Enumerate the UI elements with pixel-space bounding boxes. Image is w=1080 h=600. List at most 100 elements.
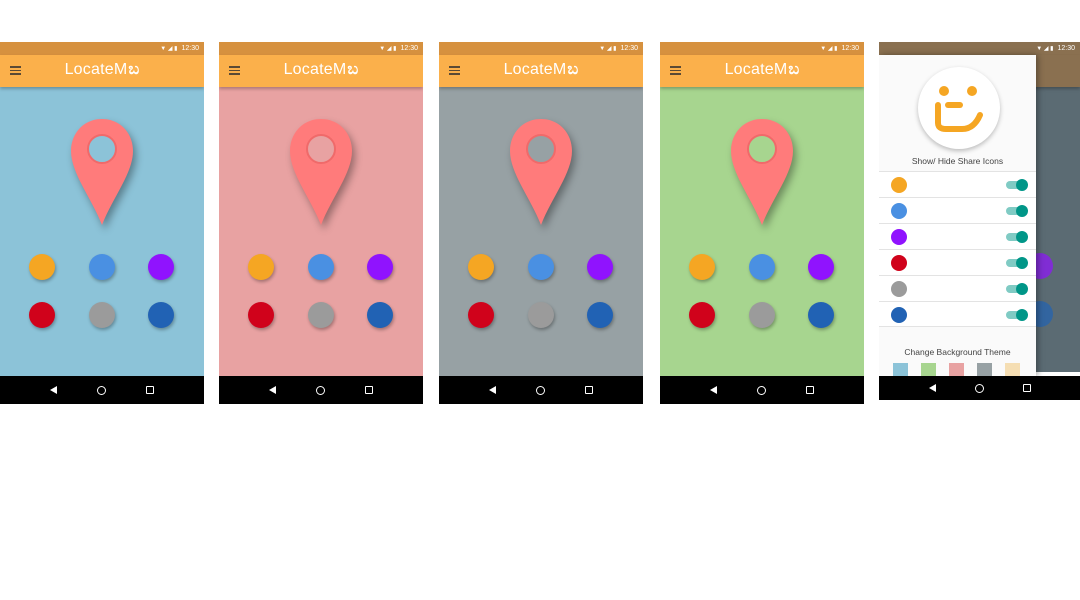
share-darkblue-button[interactable] xyxy=(587,302,613,328)
status-bar: ▼ ◢ ▮ 12:30 xyxy=(439,42,643,55)
share-toggle-list xyxy=(879,171,1036,327)
share-icons-heading: Show/ Hide Share Icons xyxy=(911,156,1004,166)
back-icon[interactable] xyxy=(50,386,57,394)
location-pin-button[interactable] xyxy=(508,117,574,227)
signal-icons: ▼ ◢ ▮ xyxy=(820,46,838,52)
recents-icon[interactable] xyxy=(146,386,154,394)
signal-icons: ▼ ◢ ▮ xyxy=(1036,46,1054,52)
recents-icon[interactable] xyxy=(1022,384,1031,392)
share-gray-button[interactable] xyxy=(528,302,554,328)
toggle-row-gray xyxy=(879,275,1036,301)
logo-glyph: ಬ xyxy=(788,61,800,78)
share-orange-button[interactable] xyxy=(468,254,494,280)
location-pin-button[interactable] xyxy=(69,117,135,227)
share-red-button[interactable] xyxy=(29,302,55,328)
app-bar: LocateMಬ xyxy=(660,55,864,87)
share-blue-button[interactable] xyxy=(528,254,554,280)
status-time: 12:30 xyxy=(841,45,859,52)
phone-screen-drawer: ▼ ◢ ▮ 12:30 Show/ Hide Share Icons Chang… xyxy=(879,42,1080,400)
theme-heading: Change Background Theme xyxy=(904,347,1011,357)
share-darkblue-button[interactable] xyxy=(367,302,393,328)
toggle-switch[interactable] xyxy=(1006,205,1028,217)
status-time: 12:30 xyxy=(400,45,418,52)
share-orange-button[interactable] xyxy=(29,254,55,280)
orange-dot xyxy=(891,177,907,193)
logo-glyph: ಬ xyxy=(347,61,359,78)
toggle-switch[interactable] xyxy=(1006,231,1028,243)
toggle-switch[interactable] xyxy=(1006,257,1028,269)
nav-bar xyxy=(0,376,204,404)
recents-icon[interactable] xyxy=(806,386,814,394)
app-title: LocateMಬ xyxy=(503,61,579,78)
toggle-row-red xyxy=(879,249,1036,275)
nav-bar xyxy=(660,376,864,404)
share-gray-button[interactable] xyxy=(308,302,334,328)
share-purple-button[interactable] xyxy=(587,254,613,280)
share-purple-button[interactable] xyxy=(148,254,174,280)
share-darkblue-button[interactable] xyxy=(808,302,834,328)
home-icon[interactable] xyxy=(974,383,984,393)
blue-dot xyxy=(891,203,907,219)
signal-icons: ▼ ◢ ▮ xyxy=(160,46,178,52)
status-bar: ▼ ◢ ▮ 12:30 xyxy=(219,42,423,55)
nav-bar xyxy=(439,376,643,404)
signal-icons: ▼ ◢ ▮ xyxy=(379,46,397,52)
back-icon[interactable] xyxy=(269,386,276,394)
share-blue-button[interactable] xyxy=(749,254,775,280)
back-icon[interactable] xyxy=(710,386,717,394)
status-bar: ▼ ◢ ▮ 12:30 xyxy=(0,42,204,55)
share-blue-button[interactable] xyxy=(308,254,334,280)
status-bar: ▼ ◢ ▮ 12:30 xyxy=(879,42,1080,55)
share-blue-button[interactable] xyxy=(89,254,115,280)
share-purple-button[interactable] xyxy=(367,254,393,280)
home-icon[interactable] xyxy=(97,385,106,395)
location-pin-button[interactable] xyxy=(288,117,354,227)
smiley-logo-icon xyxy=(935,86,983,132)
red-dot xyxy=(891,255,907,271)
app-bar: LocateMಬ xyxy=(219,55,423,87)
main-content xyxy=(219,87,423,376)
back-icon[interactable] xyxy=(489,386,496,394)
logo-glyph: ಬ xyxy=(567,61,579,78)
share-orange-button[interactable] xyxy=(689,254,715,280)
main-content xyxy=(660,87,864,376)
home-icon[interactable] xyxy=(316,385,325,395)
home-icon[interactable] xyxy=(536,385,545,395)
share-gray-button[interactable] xyxy=(89,302,115,328)
recents-icon[interactable] xyxy=(585,386,593,394)
toggle-switch[interactable] xyxy=(1006,179,1028,191)
share-gray-button[interactable] xyxy=(749,302,775,328)
phone-screen-green: ▼ ◢ ▮ 12:30 LocateMಬ xyxy=(660,42,864,404)
status-time: 12:30 xyxy=(181,45,199,52)
navigation-drawer: Show/ Hide Share Icons Change Background… xyxy=(879,55,1036,378)
app-title: LocateMಬ xyxy=(64,61,140,78)
share-orange-button[interactable] xyxy=(248,254,274,280)
app-logo xyxy=(918,67,1000,149)
share-red-button[interactable] xyxy=(689,302,715,328)
share-purple-button[interactable] xyxy=(808,254,834,280)
signal-icons: ▼ ◢ ▮ xyxy=(599,46,617,52)
toggle-row-purple xyxy=(879,223,1036,249)
toggle-switch[interactable] xyxy=(1006,283,1028,295)
back-icon[interactable] xyxy=(928,384,936,392)
app-bar: LocateMಬ xyxy=(439,55,643,87)
share-red-button[interactable] xyxy=(468,302,494,328)
location-pin-button[interactable] xyxy=(729,117,795,227)
nav-bar xyxy=(219,376,423,404)
nav-bar xyxy=(879,376,1080,400)
app-bar: LocateMಬ xyxy=(0,55,204,87)
toggle-row-blue xyxy=(879,197,1036,223)
toggle-row-darkblue xyxy=(879,301,1036,327)
darkblue-dot xyxy=(891,307,907,323)
phone-screen-blue: ▼ ◢ ▮ 12:30 LocateMಬ xyxy=(0,42,204,404)
main-content xyxy=(0,87,204,376)
purple-dot xyxy=(891,229,907,245)
home-icon[interactable] xyxy=(757,385,766,395)
recents-icon[interactable] xyxy=(365,386,373,394)
status-time: 12:30 xyxy=(620,45,638,52)
phone-screen-pink: ▼ ◢ ▮ 12:30 LocateMಬ xyxy=(219,42,423,404)
share-red-button[interactable] xyxy=(248,302,274,328)
toggle-switch[interactable] xyxy=(1006,309,1028,321)
app-title: LocateMಬ xyxy=(283,61,359,78)
share-darkblue-button[interactable] xyxy=(148,302,174,328)
